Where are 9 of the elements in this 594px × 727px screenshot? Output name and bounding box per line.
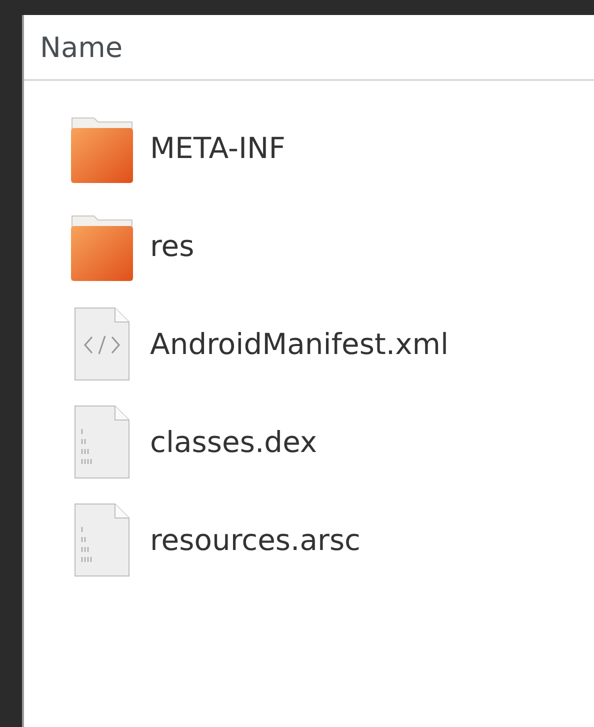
- file-name[interactable]: res: [150, 229, 194, 263]
- code-file-icon: [74, 307, 130, 381]
- file-name[interactable]: resources.arsc: [150, 523, 361, 557]
- column-header[interactable]: Name: [40, 30, 123, 64]
- file-name[interactable]: AndroidManifest.xml: [150, 327, 449, 361]
- file-name[interactable]: META-INF: [150, 131, 286, 165]
- binary-file-icon: [74, 405, 130, 479]
- binary-file-icon: [74, 503, 130, 577]
- file-name[interactable]: classes.dex: [150, 425, 318, 459]
